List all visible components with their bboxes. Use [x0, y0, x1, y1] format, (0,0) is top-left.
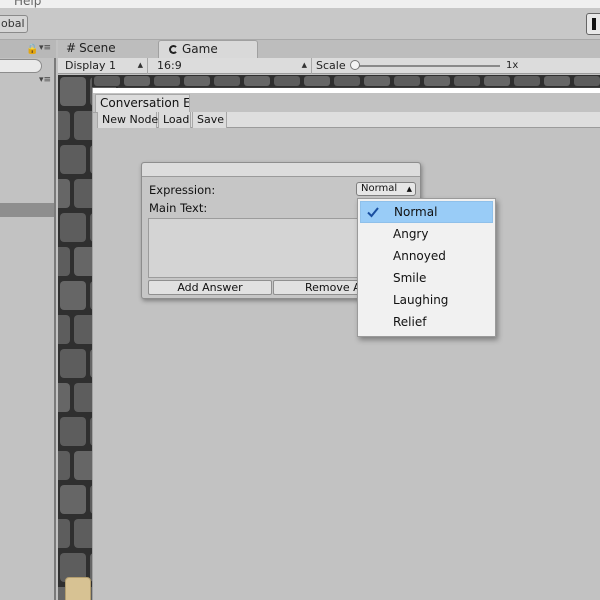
- aspect-dropdown[interactable]: 16:9 ▲: [150, 58, 312, 74]
- add-answer-button[interactable]: Add Answer: [148, 280, 272, 295]
- expression-label: Expression:: [149, 183, 216, 197]
- wall-stone: [214, 76, 240, 86]
- wall-stone: [60, 485, 86, 514]
- load-button[interactable]: Load: [158, 112, 191, 128]
- wall-stone: [544, 76, 570, 86]
- help-menu[interactable]: Help: [14, 0, 41, 8]
- scene-grid-icon: #: [66, 41, 77, 55]
- wall-stone: [58, 383, 70, 412]
- play-button[interactable]: [586, 13, 600, 35]
- wall-stone: [60, 349, 86, 378]
- wall-stone: [58, 247, 70, 276]
- check-icon: [367, 207, 379, 218]
- wall-stone: [244, 76, 270, 86]
- wall-stone: [484, 76, 510, 86]
- hierarchy-search-input[interactable]: [0, 59, 42, 73]
- wall-stone: [58, 519, 70, 548]
- golden-block: [65, 577, 91, 600]
- display-dropdown[interactable]: Display 1 ▲: [58, 58, 148, 74]
- wall-stone: [424, 76, 450, 86]
- game-controller-icon: [169, 45, 178, 54]
- editor-tab[interactable]: Conversation E: [95, 94, 190, 112]
- wall-stone: [94, 76, 120, 86]
- new-node-button[interactable]: New Node: [97, 112, 158, 128]
- global-toggle-button[interactable]: obal: [0, 15, 28, 33]
- scale-slider-thumb[interactable]: [350, 60, 360, 70]
- wall-stone: [124, 76, 150, 86]
- menu-option-smile[interactable]: Smile: [360, 267, 493, 289]
- main-toolbar: obal: [0, 8, 600, 40]
- game-view-toolbar: Display 1 ▲ 16:9 ▲ Scale 1x: [58, 58, 600, 74]
- wall-stone: [574, 76, 600, 86]
- wall-stone: [60, 281, 86, 310]
- display-dropdown-value: Display 1: [65, 59, 117, 72]
- expression-menu: Normal Angry Annoyed Smile Laughing Reli…: [357, 198, 496, 337]
- menu-option-label: Laughing: [393, 293, 449, 307]
- wall-stone: [184, 76, 210, 86]
- tab-game[interactable]: Game: [158, 40, 258, 58]
- save-button[interactable]: Save: [192, 112, 227, 128]
- menu-option-label: Annoyed: [393, 249, 446, 263]
- wall-stone: [60, 213, 86, 242]
- menu-option-relief[interactable]: Relief: [360, 311, 493, 333]
- editor-top-border: [93, 88, 600, 93]
- menu-option-label: Smile: [393, 271, 427, 285]
- menu-option-label: Relief: [393, 315, 427, 329]
- wall-stone: [60, 145, 86, 174]
- editor-toolbar: New Node Load Save: [97, 112, 600, 128]
- expression-dropdown-value: Normal: [361, 183, 398, 194]
- menu-option-label: Angry: [393, 227, 429, 241]
- scale-value: 1x: [506, 60, 519, 71]
- panel-menu-icon[interactable]: ▾≡: [39, 43, 51, 53]
- wall-stone: [60, 77, 86, 106]
- wall-stone: [58, 111, 70, 140]
- menu-option-normal[interactable]: Normal: [360, 201, 493, 223]
- tab-scene-label: Scene: [79, 41, 116, 55]
- wall-stone: [304, 76, 330, 86]
- wall-stone: [154, 76, 180, 86]
- dropdown-arrow-icon: ▲: [406, 185, 412, 193]
- wall-stone: [274, 76, 300, 86]
- wall-stone: [58, 179, 70, 208]
- scale-slider-track[interactable]: [354, 65, 500, 67]
- hierarchy-panel: 🔒 ▾≡ ▾≡: [0, 40, 56, 600]
- aspect-dropdown-value: 16:9: [157, 59, 182, 72]
- play-icon: [592, 18, 596, 30]
- menu-option-annoyed[interactable]: Annoyed: [360, 245, 493, 267]
- wall-stone: [514, 76, 540, 86]
- menu-option-angry[interactable]: Angry: [360, 223, 493, 245]
- lock-icon[interactable]: 🔒: [26, 44, 38, 55]
- stone-wall-strip: [92, 75, 600, 87]
- dropdown-arrow-icon: ▲: [301, 61, 307, 69]
- scale-label: Scale: [316, 59, 346, 72]
- wall-stone: [364, 76, 390, 86]
- hierarchy-selected-row[interactable]: [0, 203, 54, 217]
- wall-stone: [334, 76, 360, 86]
- wall-stone: [394, 76, 420, 86]
- create-menu-icon[interactable]: ▾≡: [39, 75, 51, 85]
- menu-option-laughing[interactable]: Laughing: [360, 289, 493, 311]
- wall-stone: [454, 76, 480, 86]
- node-header[interactable]: [142, 163, 420, 177]
- wall-stone: [58, 451, 70, 480]
- expression-dropdown[interactable]: Normal ▲: [356, 182, 416, 196]
- dropdown-arrow-icon: ▲: [137, 61, 143, 69]
- tab-scene[interactable]: # Scene: [66, 40, 156, 58]
- tab-game-label: Game: [182, 42, 218, 56]
- main-text-label: Main Text:: [149, 201, 208, 215]
- view-tabs: # Scene Game: [58, 40, 600, 58]
- wall-stone: [58, 315, 70, 344]
- menu-option-label: Normal: [394, 205, 438, 219]
- wall-stone: [60, 417, 86, 446]
- os-menu-bar: Help: [0, 0, 600, 8]
